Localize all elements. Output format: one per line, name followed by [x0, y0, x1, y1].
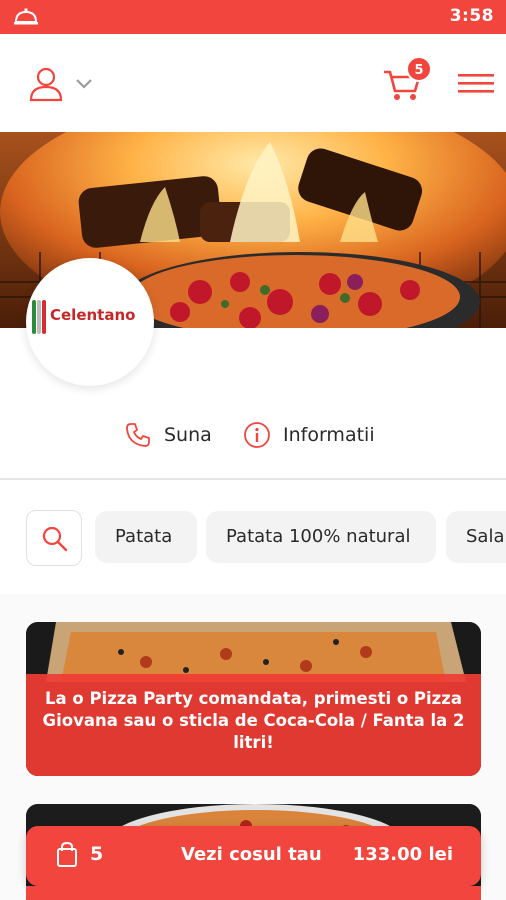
search-button[interactable] — [26, 510, 82, 566]
category-chip[interactable]: Patata 100% natural — [206, 511, 436, 563]
search-icon — [42, 526, 68, 552]
status-time: 3:58 — [449, 6, 494, 26]
italian-flag-stripes — [32, 300, 46, 334]
restaurant-logo: Celentano — [26, 258, 154, 386]
view-cart-label: Vezi cosul tau — [181, 844, 322, 865]
info-icon — [244, 422, 270, 448]
status-bar: 3:58 — [0, 0, 506, 34]
cart-item-count: 5 — [90, 843, 104, 865]
info-button[interactable]: Informatii — [243, 420, 375, 450]
hamburger-menu-icon[interactable] — [458, 72, 494, 94]
cart-total: 133.00 lei — [352, 844, 453, 865]
category-filters: Patata Patata 100% natural Sala — [0, 480, 506, 594]
user-icon[interactable] — [28, 66, 64, 102]
restaurant-actions: Suna Informatii — [0, 410, 506, 460]
next-card-edge — [26, 886, 481, 900]
cloche-icon — [14, 8, 38, 25]
promo-card[interactable]: La o Pizza Party comandata, primesti o P… — [26, 622, 481, 776]
restaurant-name: Celentano — [50, 306, 136, 324]
call-label: Suna — [164, 424, 212, 446]
call-button[interactable]: Suna — [124, 420, 212, 450]
shopping-bag-icon — [57, 842, 77, 867]
view-cart-bar[interactable]: 5 Vezi cosul tau 133.00 lei — [26, 826, 481, 886]
phone-icon — [126, 423, 150, 447]
promo-text: La o Pizza Party comandata, primesti o P… — [26, 674, 481, 776]
category-chip[interactable]: Patata — [95, 511, 197, 563]
info-label: Informatii — [283, 424, 375, 446]
top-bar: 5 — [0, 34, 506, 132]
category-chip[interactable]: Sala — [446, 511, 506, 563]
cart-count-badge[interactable]: 5 — [406, 56, 432, 82]
chevron-down-icon[interactable] — [74, 76, 94, 90]
